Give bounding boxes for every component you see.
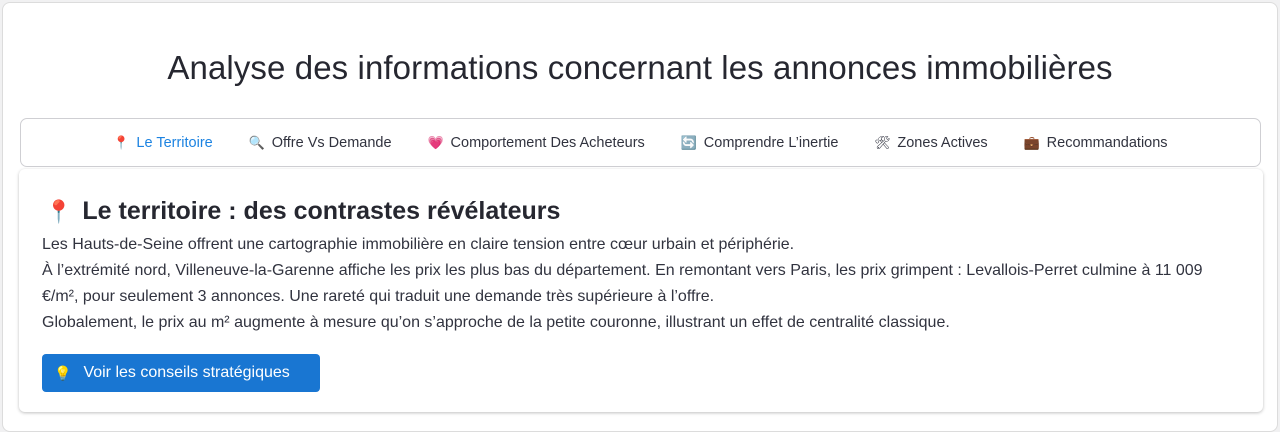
button-label: Voir les conseils stratégiques xyxy=(83,364,290,381)
tools-icon: 🛠 xyxy=(874,135,891,150)
tab-le-territoire[interactable]: 📍 Le Territoire xyxy=(113,135,212,151)
tab-offre-vs-demande[interactable]: 🔍 Offre Vs Demande xyxy=(249,135,392,151)
page-title: Analyse des informations concernant les … xyxy=(167,49,1113,86)
pin-icon: 📍 xyxy=(45,198,73,224)
strategic-tips-button[interactable]: 💡 Voir les conseils stratégiques xyxy=(42,354,320,392)
tab-zones-actives[interactable]: 🛠 Zones Actives xyxy=(874,135,987,151)
tab-label: Zones Actives xyxy=(897,134,988,151)
tab-comportement-des-acheteurs[interactable]: 💗 Comportement Des Acheteurs xyxy=(428,135,645,151)
tab-recommandations[interactable]: 💼 Recommandations xyxy=(1024,135,1168,151)
pin-icon: 📍 xyxy=(113,135,130,150)
tab-label: Comprendre L’inertie xyxy=(703,134,839,151)
heart-icon: 💗 xyxy=(427,135,444,150)
lightbulb-icon: 💡 xyxy=(54,364,72,381)
tab-bar: 📍 Le Territoire 🔍 Offre Vs Demande 💗 Com… xyxy=(20,118,1261,167)
tab-label: Le Territoire xyxy=(136,134,213,151)
content-card: 📍 Le territoire : des contrastes révélat… xyxy=(19,169,1263,412)
paragraph: À l’extrémité nord, Villeneuve-la-Garenn… xyxy=(42,262,1203,305)
paragraph: Globalement, le prix au m² augmente à me… xyxy=(42,314,950,331)
section-body: Les Hauts-de-Seine offrent une cartograp… xyxy=(42,232,1242,336)
section-title-text: Le territoire : des contrastes révélateu… xyxy=(82,197,561,225)
tab-label: Comportement Des Acheteurs xyxy=(450,134,645,151)
magnifier-icon: 🔍 xyxy=(248,135,265,150)
paragraph: Les Hauts-de-Seine offrent une cartograp… xyxy=(42,236,795,253)
section-title: 📍 Le territoire : des contrastes révélat… xyxy=(45,197,560,226)
tab-comprendre-inertie[interactable]: 🔄 Comprendre L’inertie xyxy=(681,135,839,151)
refresh-icon: 🔄 xyxy=(680,135,697,150)
tab-label: Offre Vs Demande xyxy=(271,134,392,151)
app-container: Analyse des informations concernant les … xyxy=(2,2,1278,432)
tab-label: Recommandations xyxy=(1046,134,1168,151)
briefcase-icon: 💼 xyxy=(1023,135,1040,150)
